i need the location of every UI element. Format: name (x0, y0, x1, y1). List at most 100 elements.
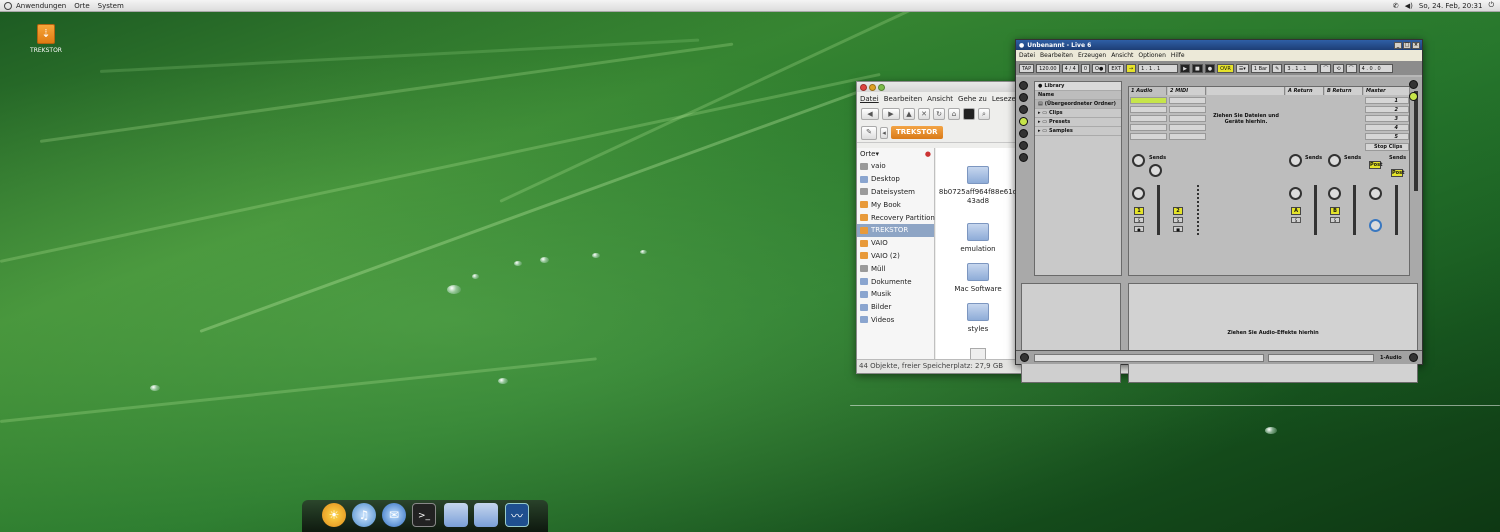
scene-launch-button[interactable]: 1 (1365, 97, 1409, 104)
sidebar-item[interactable]: Videos (857, 314, 934, 327)
clip-slot[interactable] (1130, 124, 1167, 131)
loop-switch-icon[interactable]: ⟲ (1333, 63, 1344, 73)
chat-icon[interactable]: ✉ (382, 503, 406, 527)
send-knob-a[interactable] (1289, 154, 1302, 167)
browser-item[interactable]: ▸ ▭ Clips (1035, 109, 1121, 118)
send-a-knob[interactable] (1132, 154, 1145, 167)
breadcrumb[interactable]: TREKSTOR (891, 126, 943, 139)
browser-files-icon[interactable] (1019, 105, 1028, 114)
live-menu-item[interactable]: Optionen (1138, 52, 1166, 59)
file-item[interactable]: styles (938, 303, 1018, 334)
volume-icon[interactable]: ◀) (1405, 2, 1413, 10)
browser-info-icon[interactable] (1019, 141, 1028, 150)
browser-item[interactable]: ▸ ▭ Samples (1035, 127, 1121, 136)
send-b-knob[interactable] (1149, 164, 1162, 177)
track-activator-a[interactable]: A (1291, 207, 1301, 215)
up-button[interactable]: ▲ (903, 108, 915, 120)
track-activator-1[interactable]: 1 (1134, 207, 1144, 215)
sidebar-item[interactable]: Desktop (857, 173, 934, 186)
sidebar-item[interactable]: Recovery Partition (857, 211, 935, 224)
post-button[interactable]: Post (1369, 161, 1382, 169)
loop-field[interactable]: 0 (1080, 63, 1091, 73)
solo-button[interactable]: S (1330, 217, 1340, 223)
scene-launch-button[interactable]: 4 (1365, 124, 1409, 131)
track-activator-b[interactable]: B (1330, 207, 1340, 215)
power-icon[interactable]: ⏻ (1488, 1, 1494, 10)
close-icon[interactable] (860, 83, 867, 91)
browser-devices-icon[interactable] (1019, 117, 1028, 126)
sidebar-header[interactable]: Orte ▾ ● (857, 148, 934, 160)
menu-file[interactable]: Datei (860, 95, 879, 103)
phone-icon[interactable]: ✆ (1393, 2, 1399, 10)
scene-launch-button[interactable]: 5 (1365, 133, 1409, 140)
reload-button[interactable]: ↻ (933, 108, 945, 120)
detail-toggle-icon[interactable] (1409, 353, 1418, 362)
sidebar-item[interactable]: vaio (857, 160, 934, 173)
record-button[interactable]: ● (1204, 63, 1216, 73)
info-toggle-icon[interactable] (1020, 353, 1029, 362)
maximize-icon[interactable] (878, 83, 885, 91)
follow-button[interactable]: → (1125, 63, 1137, 73)
solo-button[interactable]: S (1291, 217, 1301, 223)
clip-slot[interactable] (1169, 97, 1206, 104)
window-titlebar[interactable]: ● Unbenannt - Live 6 _ □ × (1016, 40, 1422, 50)
close-icon[interactable]: ● (925, 150, 931, 158)
folder-icon[interactable] (444, 503, 468, 527)
edit-location-button[interactable]: ✎ (861, 125, 877, 140)
sidebar-item[interactable]: Müll (857, 262, 934, 275)
stop-clips-button[interactable]: Stop Clips (1365, 143, 1409, 151)
search-button[interactable]: ⌕ (978, 108, 990, 120)
sidebar-item[interactable]: VAIO (2) (857, 250, 934, 263)
play-button[interactable]: ▶ (1180, 63, 1190, 73)
tempo-field[interactable]: 120.00 (1036, 63, 1060, 73)
sidebar-item[interactable]: Dateisystem (857, 186, 934, 199)
track-header-master[interactable]: Master (1364, 87, 1410, 95)
system-monitor-icon[interactable]: 〰 (505, 503, 529, 527)
quantize-icon[interactable]: ☰▾ (1235, 63, 1249, 73)
volume-fader-2[interactable] (1197, 185, 1199, 235)
loop-length-field[interactable]: 4 . 0 . 0 (1358, 63, 1393, 73)
live-menu-item[interactable]: Bearbeiten (1040, 52, 1073, 59)
session-view-icon[interactable] (1409, 92, 1418, 101)
stop-button[interactable]: ■ (1191, 63, 1203, 73)
metronome-button[interactable]: O● (1092, 63, 1107, 73)
home-button[interactable]: ⌂ (948, 108, 960, 120)
overdub-button[interactable]: OVR (1217, 63, 1234, 73)
minimize-icon[interactable] (869, 83, 876, 91)
browser-plugins-icon[interactable] (1019, 129, 1028, 138)
file-item[interactable]: emulation (938, 223, 1018, 254)
sidebar-item[interactable]: TREKSTOR (857, 223, 934, 237)
volume-fader-a[interactable] (1314, 185, 1317, 235)
terminal-icon[interactable]: >_ (412, 503, 436, 527)
send-knob-b[interactable] (1328, 154, 1341, 167)
weather-icon[interactable]: ☀ (322, 503, 346, 527)
punch-out-icon[interactable]: ⌒ (1345, 63, 1357, 73)
volume-fader-master[interactable] (1395, 185, 1398, 235)
punch-in-icon[interactable]: ⌒ (1320, 63, 1332, 73)
draw-mode-icon[interactable]: ✎ (1272, 63, 1283, 73)
minimize-button[interactable]: _ (1394, 41, 1402, 49)
track-header-a[interactable]: A Return (1286, 87, 1324, 95)
back-button[interactable]: ◀ (861, 108, 879, 120)
volume-fader-b[interactable] (1353, 185, 1356, 235)
clip-slot[interactable] (1169, 106, 1206, 113)
sidebar-item[interactable]: Dokumente (857, 275, 934, 288)
arm-button[interactable]: ● (1134, 226, 1144, 232)
clip-slot[interactable] (1130, 97, 1167, 104)
ext-sync-button[interactable]: EXT (1108, 63, 1124, 73)
menu-system[interactable]: System (94, 2, 128, 10)
menu-edit[interactable]: Bearbeiten (884, 95, 922, 103)
live-menu-item[interactable]: Hilfe (1171, 52, 1185, 59)
music-icon[interactable]: ♫ (352, 503, 376, 527)
arm-button[interactable]: ■ (1173, 226, 1183, 232)
file-item[interactable]: 8b0725aff964f88e61d43ad8 (938, 166, 1018, 206)
live-menu-item[interactable]: Erzeugen (1078, 52, 1106, 59)
live-menu-item[interactable]: Ansicht (1111, 52, 1133, 59)
desktop-icon-trekstor[interactable]: ⇣ TREKSTOR (26, 24, 66, 54)
menu-view[interactable]: Ansicht (927, 95, 953, 103)
clip-slot[interactable] (1130, 106, 1167, 113)
forward-button[interactable]: ▶ (882, 108, 900, 120)
browser-library-icon[interactable] (1019, 93, 1028, 102)
browser-header[interactable]: ● Library (1035, 82, 1121, 91)
maximize-button[interactable]: □ (1403, 41, 1411, 49)
